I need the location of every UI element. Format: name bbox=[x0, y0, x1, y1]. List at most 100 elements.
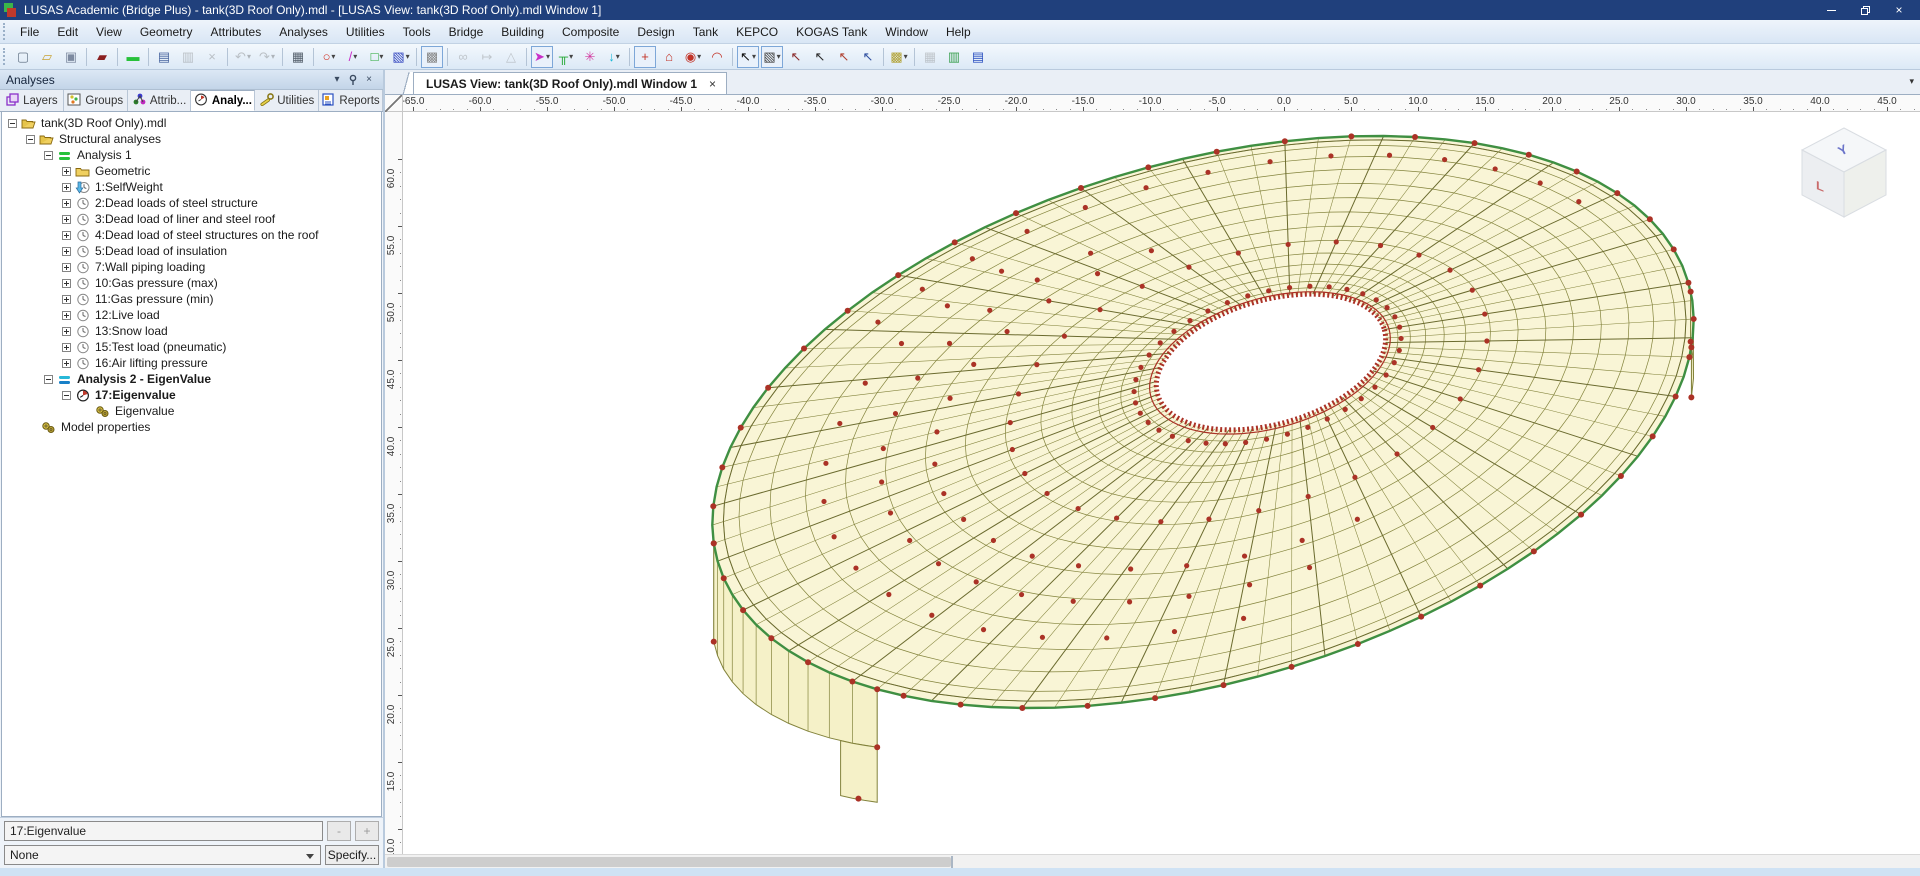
cycle-relative-button[interactable]: ∞ bbox=[452, 46, 474, 68]
tree-item-15-test-load-pneumatic[interactable]: 15:Test load (pneumatic) bbox=[2, 339, 381, 355]
panel-tab-layers[interactable]: Layers bbox=[0, 90, 64, 111]
tree-item-5-dead-load-of-insulation[interactable]: 5:Dead load of insulation bbox=[2, 243, 381, 259]
tree-expander[interactable] bbox=[8, 119, 17, 128]
select-geometry-button[interactable]: ↖ bbox=[785, 46, 807, 68]
tree-item-7-wall-piping-loading[interactable]: 7:Wall piping loading bbox=[2, 259, 381, 275]
menu-item-utilities[interactable]: Utilities bbox=[337, 22, 394, 42]
menu-item-tools[interactable]: Tools bbox=[394, 22, 440, 42]
panel-pin-button[interactable] bbox=[345, 72, 361, 88]
tree-item-geometric[interactable]: Geometric bbox=[2, 163, 381, 179]
tree-expander[interactable] bbox=[62, 295, 71, 304]
menu-item-edit[interactable]: Edit bbox=[48, 22, 87, 42]
panel-close-button[interactable]: × bbox=[361, 72, 377, 88]
menu-item-building[interactable]: Building bbox=[492, 22, 553, 42]
menu-item-tank[interactable]: Tank bbox=[684, 22, 727, 42]
scrollbar-thumb[interactable] bbox=[387, 857, 951, 867]
tree-item-10-gas-pressure-max[interactable]: 10:Gas pressure (max) bbox=[2, 275, 381, 291]
minimize-button[interactable] bbox=[1814, 0, 1848, 20]
grid-view-button[interactable]: ▦ bbox=[919, 46, 941, 68]
tab-scroll-button[interactable]: ▾ bbox=[1909, 76, 1914, 87]
specify-button[interactable]: Specify... bbox=[325, 845, 379, 865]
loading-button[interactable]: ✳ bbox=[579, 46, 601, 68]
paste-button[interactable]: ▥ bbox=[177, 46, 199, 68]
open-file-button[interactable]: ▱ bbox=[36, 46, 58, 68]
line-geometry-button[interactable]: /▾ bbox=[342, 46, 364, 68]
supports-button[interactable]: ╥▾ bbox=[555, 46, 577, 68]
fillet-button[interactable]: △ bbox=[500, 46, 522, 68]
orientation-cube[interactable]: YLFR bbox=[1784, 120, 1904, 230]
tree-item-12-live-load[interactable]: 12:Live load bbox=[2, 307, 381, 323]
tree-item-model-properties[interactable]: Model properties bbox=[2, 419, 381, 435]
horizontal-scrollbar[interactable] bbox=[385, 854, 1920, 868]
menu-item-kepco[interactable]: KEPCO bbox=[727, 22, 787, 42]
tree-item-structural-analyses[interactable]: Structural analyses bbox=[2, 131, 381, 147]
select-box-button[interactable]: ▧▾ bbox=[761, 46, 783, 68]
panel-tab-reports[interactable]: Reports bbox=[319, 90, 383, 111]
print-button[interactable]: ▦ bbox=[287, 46, 309, 68]
rotate-view-button[interactable]: ◉▾ bbox=[682, 46, 704, 68]
tree-expander[interactable] bbox=[62, 391, 71, 400]
active-loadset-field[interactable] bbox=[4, 821, 323, 841]
tree-expander[interactable] bbox=[62, 199, 71, 208]
surface-geometry-button[interactable]: □▾ bbox=[366, 46, 388, 68]
tree-item-eigenvalue[interactable]: Eigenvalue bbox=[2, 403, 381, 419]
tree-item-13-snow-load[interactable]: 13:Snow load bbox=[2, 323, 381, 339]
tree-item-3-dead-load-of-liner-and-steel-roof[interactable]: 3:Dead load of liner and steel roof bbox=[2, 211, 381, 227]
sweep-button[interactable]: ↦ bbox=[476, 46, 498, 68]
tree-item-2-dead-loads-of-steel-structure[interactable]: 2:Dead loads of steel structure bbox=[2, 195, 381, 211]
restore-button[interactable] bbox=[1848, 0, 1882, 20]
copy-button[interactable]: ▤ bbox=[153, 46, 175, 68]
tree-expander[interactable] bbox=[26, 135, 35, 144]
tree-expander[interactable] bbox=[62, 327, 71, 336]
menu-item-geometry[interactable]: Geometry bbox=[131, 22, 202, 42]
scrollbar-splitter[interactable] bbox=[951, 856, 953, 868]
attribute-assign-button[interactable]: ➤▾ bbox=[531, 46, 553, 68]
loadset-increment-button[interactable]: + bbox=[355, 821, 379, 841]
undo-button[interactable]: ↶▾ bbox=[232, 46, 254, 68]
save-file-button[interactable]: ▣ bbox=[60, 46, 82, 68]
menu-item-attributes[interactable]: Attributes bbox=[202, 22, 271, 42]
menubar-grip[interactable] bbox=[3, 23, 8, 39]
loadset-decrement-button[interactable]: - bbox=[327, 821, 351, 841]
tree-expander[interactable] bbox=[62, 263, 71, 272]
loadcase-arrow-button[interactable]: ↓▾ bbox=[603, 46, 625, 68]
select-loading-button[interactable]: ↖ bbox=[833, 46, 855, 68]
view-tab-close-icon[interactable]: × bbox=[709, 77, 716, 91]
tree-expander[interactable] bbox=[62, 359, 71, 368]
delete-button[interactable]: × bbox=[201, 46, 223, 68]
menu-item-view[interactable]: View bbox=[87, 22, 131, 42]
toolbar-grip[interactable] bbox=[3, 48, 8, 66]
model-canvas[interactable]: YLFR bbox=[403, 112, 1920, 854]
graph-wizard-button[interactable]: ▥ bbox=[943, 46, 965, 68]
view-tab[interactable]: LUSAS View: tank(3D Roof Only).mdl Windo… bbox=[413, 72, 727, 94]
results-component-dropdown[interactable]: None bbox=[4, 845, 321, 865]
select-add-button[interactable]: ↖ bbox=[857, 46, 879, 68]
point-geometry-button[interactable]: ○▾ bbox=[318, 46, 340, 68]
menu-item-design[interactable]: Design bbox=[628, 22, 683, 42]
tree-item-analysis-1[interactable]: Analysis 1 bbox=[2, 147, 381, 163]
tree-item-17-eigenvalue[interactable]: 17:Eigenvalue bbox=[2, 387, 381, 403]
panel-menu-button[interactable]: ▾ bbox=[329, 72, 345, 88]
new-file-button[interactable]: ▢ bbox=[12, 46, 34, 68]
dynamic-view-button[interactable]: ◠ bbox=[706, 46, 728, 68]
close-button[interactable]: × bbox=[1882, 0, 1916, 20]
tree-item-analysis-2-eigenvalue[interactable]: Analysis 2 - EigenValue bbox=[2, 371, 381, 387]
tree-expander[interactable] bbox=[44, 151, 53, 160]
menu-item-kogas-tank[interactable]: KOGAS Tank bbox=[787, 22, 876, 42]
tree-item-1-selfweight[interactable]: 1:SelfWeight bbox=[2, 179, 381, 195]
image-overlay-button[interactable]: ▩ bbox=[421, 46, 443, 68]
tree-expander[interactable] bbox=[62, 183, 71, 192]
panel-tab-utilities[interactable]: Utilities bbox=[255, 90, 319, 111]
tree-expander[interactable] bbox=[62, 247, 71, 256]
tree-item-tank-3d-roof-only-mdl[interactable]: tank(3D Roof Only).mdl bbox=[2, 115, 381, 131]
menu-item-analyses[interactable]: Analyses bbox=[270, 22, 337, 42]
menu-item-window[interactable]: Window bbox=[876, 22, 937, 42]
model-data-button[interactable]: ▬ bbox=[122, 46, 144, 68]
menu-item-composite[interactable]: Composite bbox=[553, 22, 628, 42]
import-model-button[interactable]: ▰ bbox=[91, 46, 113, 68]
tree-expander[interactable] bbox=[62, 279, 71, 288]
tree-item-11-gas-pressure-min[interactable]: 11:Gas pressure (min) bbox=[2, 291, 381, 307]
menu-item-help[interactable]: Help bbox=[937, 22, 980, 42]
panel-tab-attrib[interactable]: Attrib... bbox=[128, 90, 192, 111]
home-view-button[interactable]: ⌂ bbox=[658, 46, 680, 68]
